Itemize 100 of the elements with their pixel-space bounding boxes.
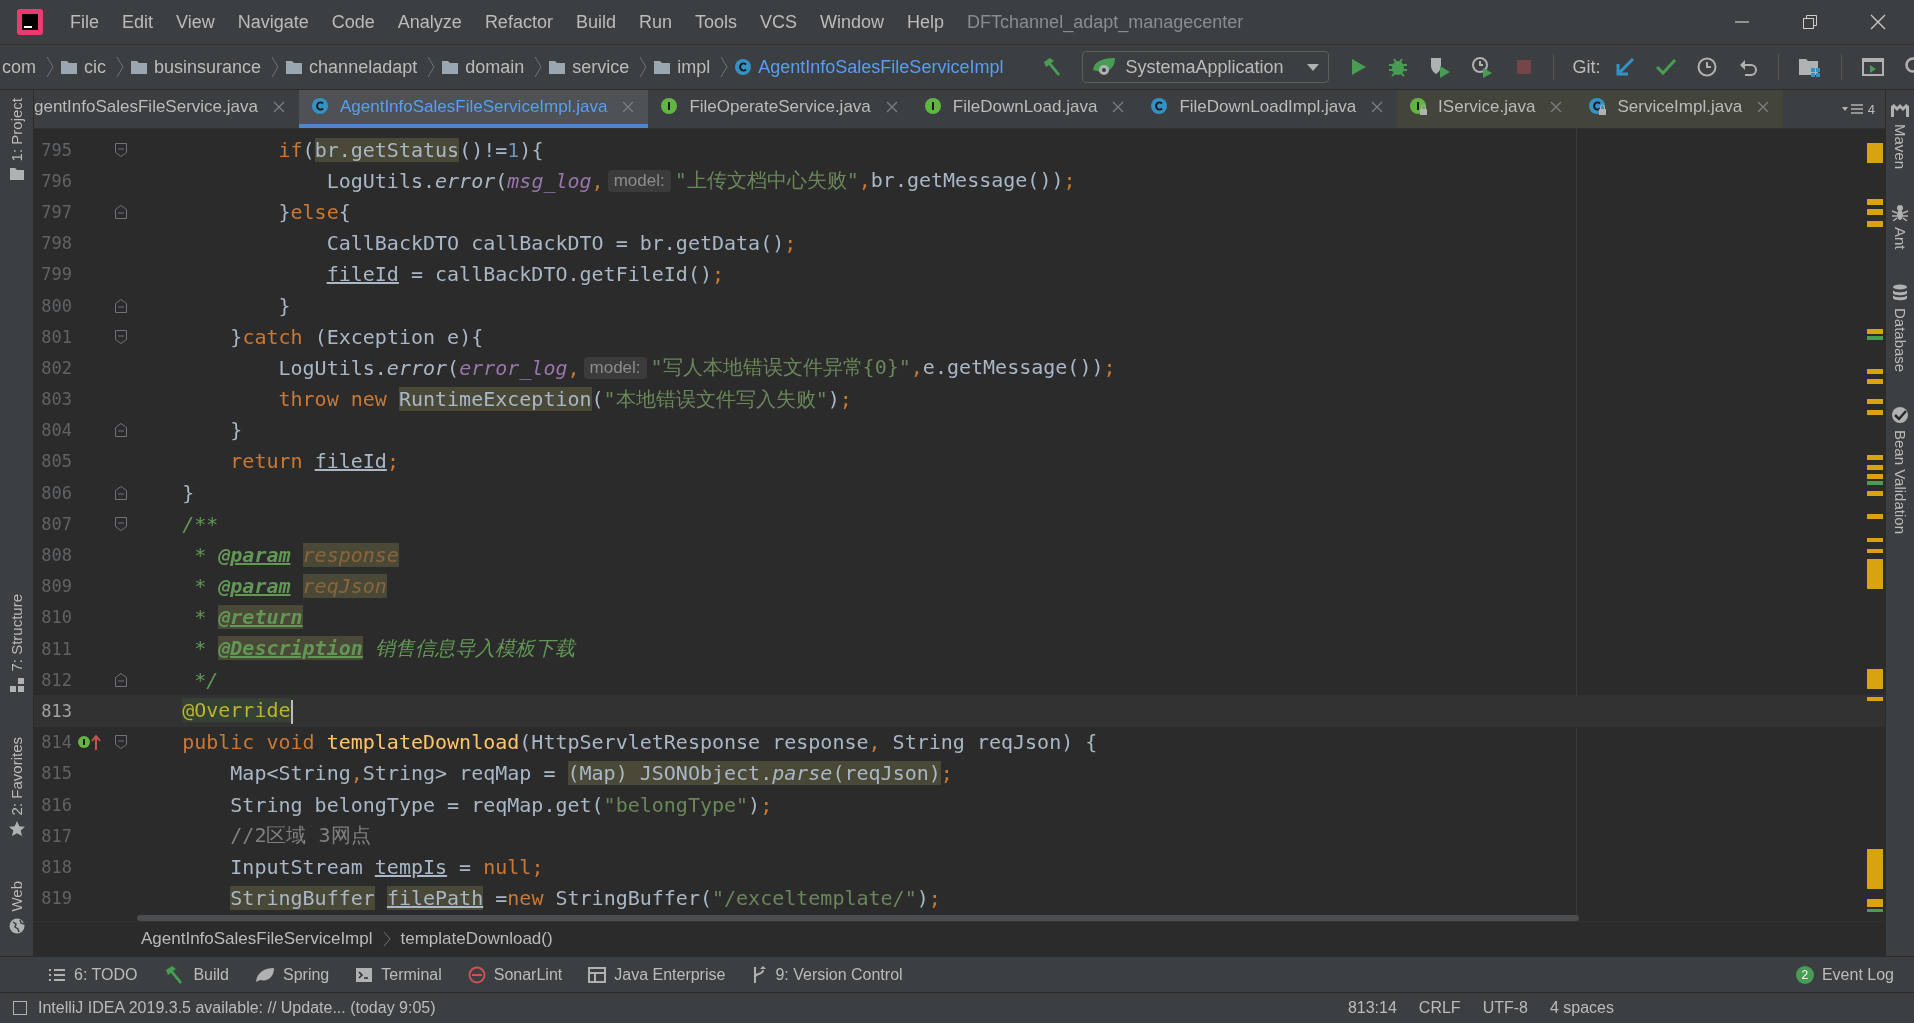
line-number: 804 [40,420,72,441]
restore-icon[interactable] [1800,12,1820,32]
fold-icon[interactable] [114,328,128,345]
code-line: * @return [193,605,303,630]
code-text: "写人本地错误文件异常{0}",e.getMessage()); [650,354,1116,382]
code-line: } [182,480,195,505]
menu-item[interactable]: View [164,11,226,33]
checkmark-icon[interactable] [1654,56,1677,78]
window-title: DFTchannel_adapt_managecenter [967,11,1244,33]
git-label: Git: [1572,56,1601,78]
breadcrumb-item[interactable]: AgentInfoSalesFileServiceImpl [141,929,373,949]
breadcrumb-item[interactable]: service [572,56,630,78]
line-number: 807 [40,513,72,534]
scrollbar-thumb[interactable] [137,915,1579,921]
editor-tab[interactable]: FileDownLoad.java [911,90,1139,128]
status-message: IntelliJ IDEA 2019.3.5 available: // Update... (today 9:05) [38,999,436,1017]
fold-icon[interactable] [114,422,128,439]
run-config-dropdown[interactable]: SystemaApplication [1082,51,1329,83]
breadcrumb-item[interactable]: domain [465,56,525,78]
status-item[interactable]: CRLF [1418,999,1461,1017]
tool-window-button[interactable]: Java Enterprise [588,965,726,984]
folder-grid-icon[interactable] [1797,56,1822,78]
tool-window-button[interactable]: 2: Favorites [0,729,33,846]
clock-icon[interactable] [1695,56,1718,78]
fold-icon[interactable] [114,484,128,501]
breadcrumb-item[interactable]: businsurance [154,56,262,78]
toggle-panels-icon[interactable] [12,1000,28,1016]
menu-item[interactable]: Refactor [472,11,564,33]
editor-tab[interactable]: ServiceImpl.java [1576,90,1784,128]
terminal-icon [355,966,374,983]
line-number: 801 [40,326,72,347]
tool-window-button[interactable]: Terminal [355,965,442,984]
fold-icon[interactable] [114,297,128,314]
status-item[interactable]: UTF-8 [1482,999,1528,1017]
tool-window-button[interactable]: Build [163,963,229,986]
ant-icon [1891,203,1909,222]
fold-icon[interactable] [114,671,128,688]
line-number: 803 [40,389,72,410]
line-number: 795 [40,139,72,160]
tool-window-button[interactable]: Database [1886,275,1914,380]
code-line: */ [193,667,219,692]
breadcrumb-item[interactable]: AgentInfoSalesFileServiceImpl [758,56,1004,78]
implements-marker-icon[interactable] [77,733,103,752]
status-item[interactable]: 813:14 [1347,999,1397,1017]
folder-icon [548,59,567,75]
event-log-button[interactable]: 2 Event Log [1795,965,1894,984]
tool-window-button[interactable]: Spring [255,965,330,984]
editor-tab[interactable]: gentInfoSalesFileService.java [34,90,299,128]
bug-icon[interactable] [1386,56,1409,78]
chevron-icon [46,56,54,78]
editor-tab[interactable]: AgentInfoSalesFileServiceImpl.java [298,90,649,128]
breadcrumb-item[interactable]: impl [677,56,711,78]
line-number: 802 [40,357,72,378]
chevron-icon [639,56,648,78]
menu-item[interactable]: Navigate [225,11,320,33]
fold-icon[interactable] [114,734,128,751]
menu-item[interactable]: File [58,11,110,33]
tool-window-button[interactable]: 7: Structure [0,585,33,702]
fold-icon[interactable] [114,515,128,532]
breadcrumb-item[interactable]: templateDownload() [400,929,553,949]
count-badge: 2 [1795,965,1814,984]
menu-item[interactable]: Help [895,11,956,33]
status-item[interactable]: 4 spaces [1549,999,1614,1017]
editor-tab[interactable]: FileDownLoadImpl.java [1138,90,1398,128]
line-number: 799 [40,264,72,285]
tool-window-button[interactable]: 9: Version Control [751,965,903,984]
tool-window-button[interactable]: 6: TODO [48,965,138,984]
menu-item[interactable]: Code [319,11,386,33]
chevron-icon [116,56,124,78]
fold-icon[interactable] [114,203,128,220]
editor-tab[interactable]: FileOperateService.java [648,90,912,128]
tool-window-button[interactable]: Ant [1886,195,1914,258]
fold-icon[interactable] [114,141,128,158]
tool-window-button[interactable]: Web [0,873,33,942]
menu-item[interactable]: Window [808,11,896,33]
menu-item[interactable]: Edit [110,11,165,33]
breadcrumb-item[interactable]: cic [84,56,106,78]
code-line: StringBuffer filePath =new StringBuffer("/exceltemplate/"); [230,886,941,911]
line-number: 806 [40,482,72,503]
editor-tab[interactable]: IService.java [1397,90,1577,128]
tool-window-button[interactable]: Bean Validation [1886,397,1914,542]
breadcrumb-item[interactable]: com [2,56,36,78]
console-run-icon[interactable] [1860,56,1885,78]
tool-window-button[interactable]: 1: Project [0,90,33,190]
folder-icon [441,59,460,75]
menu-item[interactable]: Build [563,11,627,33]
menu-item[interactable]: Analyze [385,11,473,33]
code-line: //2区域 3网点 [230,822,371,850]
menu-item[interactable]: Tools [682,11,748,33]
code-line: String belongType = reqMap.get("belongType"); [230,792,773,817]
tool-window-button[interactable]: SonarLint [467,965,563,984]
menu-item[interactable]: VCS [748,11,808,33]
grid-window-icon [588,966,607,983]
tab-overflow-button[interactable]: 4 [1831,90,1885,128]
breadcrumb-item[interactable]: channeladapt [309,56,418,78]
menu-item[interactable]: Run [626,11,683,33]
close-icon[interactable] [1868,12,1888,32]
code-line: * @Description 销售信息导入模板下载 [193,635,575,663]
globe-icon [8,918,25,934]
tool-window-button[interactable]: Maven [1886,94,1914,178]
